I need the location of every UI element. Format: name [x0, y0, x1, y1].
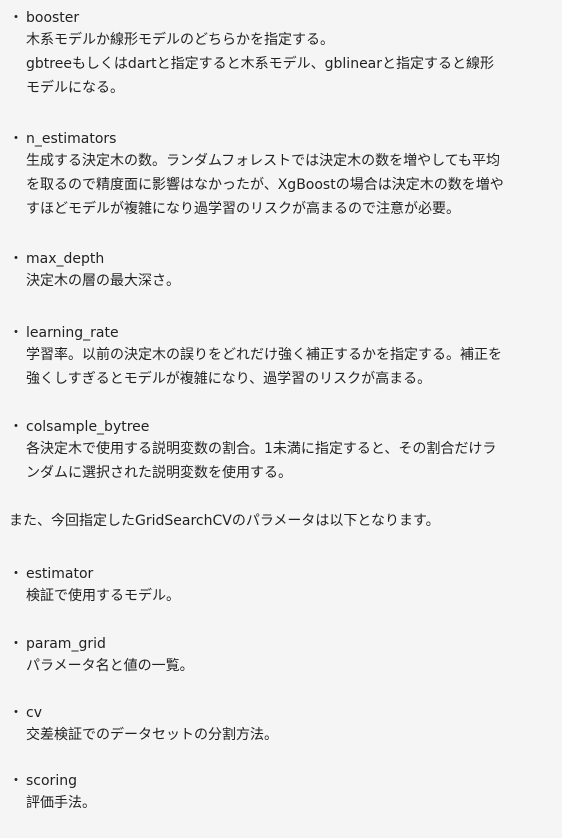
intro-paragraph: また、今回指定したGridSearchCVのパラメータは以下となります。: [9, 513, 440, 529]
description-line: ンダムに選択された説明変数を使用する。: [26, 465, 292, 481]
param-item-cv: ・ cv 交差検証でのデータセットの分割方法。: [0, 703, 562, 747]
description-line: 評価手法。: [26, 795, 96, 811]
param-term: n_estimators: [26, 131, 117, 147]
description-line: gbtreeもしくはdartと指定すると木系モデル、gblinearと指定すると…: [26, 56, 495, 72]
param-term: colsample_bytree: [26, 419, 150, 435]
param-description: 各決定木で使用する説明変数の割合。1未満に指定すると、その割合だけラ ンダムに選…: [26, 437, 546, 485]
param-description: 交差検証でのデータセットの分割方法。: [26, 723, 546, 747]
bullet-glyph: ・: [9, 705, 23, 721]
param-description: 学習率。以前の決定木の誤りをどれだけ強く補正するかを指定する。補正を 強くしすぎ…: [26, 343, 546, 391]
bullet-glyph: ・: [9, 636, 23, 652]
param-item-n-estimators: ・ n_estimators 生成する決定木の数。ランダムフォレストでは決定木の…: [0, 129, 562, 221]
bullet-glyph: ・: [9, 773, 23, 789]
param-description: 検証で使用するモデル。: [26, 584, 546, 608]
description-line: 木系モデルか線形モデルのどちらかを指定する。: [26, 32, 334, 48]
param-term: booster: [26, 10, 80, 26]
param-item-param-grid: ・ param_grid パラメータ名と値の一覧。: [0, 634, 562, 678]
param-item-booster: ・ booster 木系モデルか線形モデルのどちらかを指定する。 gbtreeも…: [0, 8, 562, 100]
description-line: 学習率。以前の決定木の誤りをどれだけ強く補正するかを指定する。補正を: [26, 347, 502, 363]
bullet-glyph: ・: [9, 10, 23, 26]
bullet-glyph: ・: [9, 419, 23, 435]
param-term: scoring: [26, 773, 77, 789]
param-description: 生成する決定木の数。ランダムフォレストでは決定木の数を増やしても平均 を取るので…: [26, 149, 546, 221]
param-term: learning_rate: [26, 325, 119, 341]
param-description: 木系モデルか線形モデルのどちらかを指定する。 gbtreeもしくはdartと指定…: [26, 28, 546, 100]
description-line: を取るので精度面に影響はなかったが、XgBoostの場合は決定木の数を増や: [26, 177, 504, 193]
description-line: 決定木の層の最大深さ。: [26, 273, 180, 289]
param-term: estimator: [26, 566, 94, 582]
bullet-glyph: ・: [9, 131, 23, 147]
bullet-glyph: ・: [9, 325, 23, 341]
document-page: ・ booster 木系モデルか線形モデルのどちらかを指定する。 gbtreeも…: [0, 0, 562, 838]
param-term: param_grid: [26, 636, 106, 652]
param-item-max-depth: ・ max_depth 決定木の層の最大深さ。: [0, 249, 562, 293]
param-item-learning-rate: ・ learning_rate 学習率。以前の決定木の誤りをどれだけ強く補正する…: [0, 323, 562, 391]
description-line: 生成する決定木の数。ランダムフォレストでは決定木の数を増やしても平均: [26, 153, 501, 169]
description-line: 交差検証でのデータセットの分割方法。: [26, 727, 278, 743]
description-line: すほどモデルが複雑になり過学習のリスクが高まるので注意が必要。: [26, 201, 460, 217]
description-line: パラメータ名と値の一覧。: [26, 658, 194, 674]
bullet-glyph: ・: [9, 251, 23, 267]
param-item-estimator: ・ estimator 検証で使用するモデル。: [0, 564, 562, 608]
description-line: モデルになる。: [26, 80, 124, 96]
param-item-colsample-bytree: ・ colsample_bytree 各決定木で使用する説明変数の割合。1未満に…: [0, 417, 562, 485]
param-description: 評価手法。: [26, 791, 546, 815]
description-line: 検証で使用するモデル。: [26, 588, 180, 604]
param-description: 決定木の層の最大深さ。: [26, 269, 546, 293]
param-term: max_depth: [26, 251, 105, 267]
param-term: cv: [26, 705, 42, 721]
param-description: パラメータ名と値の一覧。: [26, 654, 546, 678]
description-line: 各決定木で使用する説明変数の割合。1未満に指定すると、その割合だけラ: [26, 441, 497, 457]
bullet-glyph: ・: [9, 566, 23, 582]
param-item-scoring: ・ scoring 評価手法。: [0, 771, 562, 815]
description-line: 強くしすぎるとモデルが複雑になり、過学習のリスクが高まる。: [26, 371, 432, 387]
